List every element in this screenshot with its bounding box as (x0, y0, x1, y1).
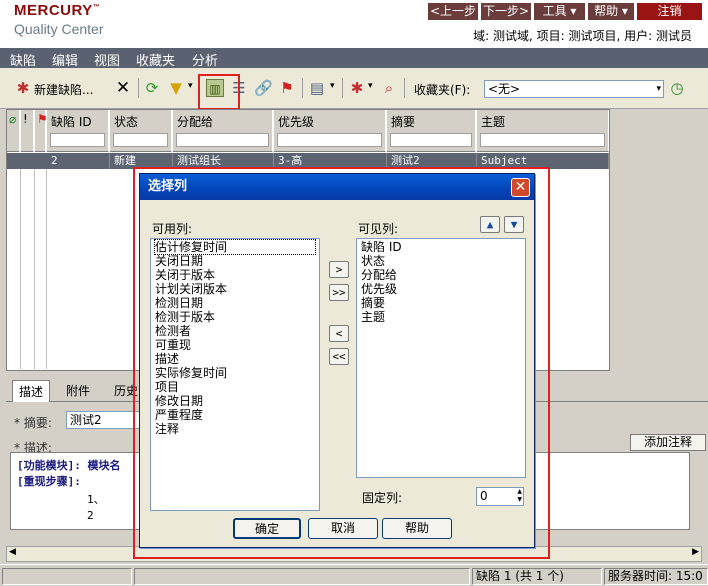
attachment-col-icon: ⌀ (7, 110, 20, 152)
favorites-select[interactable]: <无> ▾ (484, 80, 664, 98)
favorites-label: 收藏夹(F): (414, 83, 471, 97)
new-defect-icon: ✱ (16, 79, 30, 97)
find-icon[interactable]: ⌕ (380, 79, 398, 97)
available-columns-label: 可用列: (152, 222, 193, 236)
available-column-item[interactable]: 检测于版本 (155, 310, 315, 324)
menu-favorites[interactable]: 收藏夹 (136, 50, 175, 69)
attachment-icon[interactable]: 🔗 (254, 79, 273, 97)
prev-button[interactable]: <上一步 (428, 3, 478, 20)
col-header-summary[interactable]: 摘要 (387, 110, 476, 152)
next-button[interactable]: 下一步> (481, 3, 531, 20)
col-header-subject[interactable]: 主题 (477, 110, 609, 152)
scroll-left-icon[interactable]: ◀ (9, 547, 16, 557)
available-column-item[interactable]: 注释 (155, 422, 315, 436)
available-column-item[interactable]: 关闭于版本 (155, 268, 315, 282)
help-button[interactable]: 帮助 (382, 518, 452, 539)
cancel-button[interactable]: 取消 (308, 518, 378, 539)
highlight-columns-button (198, 74, 240, 110)
move-up-icon[interactable]: ▲ (480, 216, 500, 233)
visible-column-item[interactable]: 优先级 (361, 282, 521, 296)
available-column-item[interactable]: 关闭日期 (155, 254, 315, 268)
dialog-title: 选择列 (140, 174, 534, 200)
help-menu-button[interactable]: 帮助 ▾ (588, 3, 634, 20)
scroll-right-icon[interactable]: ▶ (692, 547, 699, 557)
col-header-status[interactable]: 状态 (110, 110, 172, 152)
filter-dropdown-arrow[interactable]: ▾ (188, 81, 193, 91)
toolbar: ✱ 新建缺陷... ✕ ⟳ ▼ ▾ ▥ ☷ 🔗 ⚑ ▤ ▾ ✱ ▾ ⌕ 收藏夹(… (0, 68, 708, 109)
move-left-button[interactable]: < (329, 325, 349, 342)
logout-button[interactable]: 注销 (637, 3, 702, 20)
delete-icon[interactable]: ✕ (114, 79, 132, 97)
available-column-item[interactable]: 描述 (155, 352, 315, 366)
defect-count: 缺陷 1 (共 1 个) (472, 568, 602, 585)
col-header-id[interactable]: 缺陷 ID (47, 110, 109, 152)
col-header-priority[interactable]: 优先级 (274, 110, 386, 152)
mail-icon[interactable]: ▤ (308, 79, 326, 97)
menu-analysis[interactable]: 分析 (192, 50, 218, 69)
available-column-item[interactable]: 项目 (155, 380, 315, 394)
flag-col-icon: ⚑ (35, 110, 48, 152)
visible-columns-list[interactable]: 缺陷 ID 状态 分配给 优先级 摘要 主题 (356, 238, 526, 478)
available-column-item[interactable]: 可重现 (155, 338, 315, 352)
desc-line-step2: 2 (87, 509, 94, 522)
defect-link-icon[interactable]: ✱ (348, 79, 366, 97)
fixed-columns-label: 固定列: (362, 491, 403, 505)
table-row-icons (7, 153, 47, 169)
tab-attachments[interactable]: 附件 (66, 382, 90, 399)
product-name: Quality Center (14, 21, 104, 37)
select-columns-dialog: 选择列 ✕ 可用列: 可见列: ▲ ▼ 估计修复时间 关闭日期 关闭于版本 计划关闭版… (139, 173, 535, 548)
refresh-icon[interactable]: ⟳ (143, 79, 161, 97)
available-column-item[interactable]: 实际修复时间 (155, 366, 315, 380)
add-comment-button[interactable]: 添加注释 (630, 434, 706, 451)
visible-column-item[interactable]: 主题 (361, 310, 521, 324)
available-columns-list[interactable]: 估计修复时间 关闭日期 关闭于版本 计划关闭版本 检测日期 检测于版本 检测者 可重现 描述 实际… (150, 238, 320, 511)
priority-col-icon: ! (21, 110, 34, 152)
available-column-item[interactable]: 检测日期 (155, 296, 315, 310)
move-down-icon[interactable]: ▼ (504, 216, 524, 233)
menu-bar: 缺陷 编辑 视图 收藏夹 分析 (0, 48, 708, 69)
col-header-assigned[interactable]: 分配给 (173, 110, 273, 152)
visible-columns-label: 可见列: (358, 222, 399, 236)
filter-icon[interactable]: ▼ (167, 79, 185, 97)
move-right-button[interactable]: > (329, 261, 349, 278)
desc-line-module: [功能模块]: 模块名 (17, 459, 121, 472)
context-info: 域: 测试域, 项目: 测试项目, 用户: 测试员 (473, 29, 692, 43)
available-column-item[interactable]: 计划关闭版本 (155, 282, 315, 296)
visible-column-item[interactable]: 分配给 (361, 268, 521, 282)
visible-column-item[interactable]: 摘要 (361, 296, 521, 310)
tab-description[interactable]: 描述 (12, 380, 51, 402)
menu-defects[interactable]: 缺陷 (10, 50, 36, 69)
visible-column-item[interactable]: 缺陷 ID (361, 240, 521, 254)
table-row-cell-id[interactable]: 2 (47, 153, 110, 169)
available-column-item[interactable]: 估计修复时间 (154, 239, 316, 255)
menu-view[interactable]: 视图 (94, 50, 120, 69)
defect-link-dropdown-arrow[interactable]: ▾ (368, 81, 373, 91)
visible-column-item[interactable]: 状态 (361, 254, 521, 268)
mail-dropdown-arrow[interactable]: ▾ (330, 81, 335, 91)
server-time: 服务器时间: 15:0 (604, 568, 708, 585)
desc-line-steps: [重现步骤]: (17, 475, 81, 488)
ok-button[interactable]: 确定 (233, 518, 301, 539)
app-header: MERCURY™ Quality Center <上一步 下一步> 工具 ▾ 帮… (0, 0, 708, 48)
flag-icon[interactable]: ⚑ (278, 79, 296, 97)
menu-edit[interactable]: 编辑 (52, 50, 78, 69)
clock-icon[interactable]: ◷ (668, 79, 686, 97)
move-all-left-button[interactable]: << (329, 348, 349, 365)
available-column-item[interactable]: 检测者 (155, 324, 315, 338)
fixed-columns-spinner[interactable]: 0 ▲ ▼ (476, 487, 524, 506)
desc-line-step1: 1、 (87, 493, 105, 506)
move-all-right-button[interactable]: >> (329, 284, 349, 301)
summary-label: * 摘要: (14, 416, 52, 430)
mercury-logo: MERCURY™ (14, 2, 101, 19)
available-column-item[interactable]: 修改日期 (155, 394, 315, 408)
tools-menu-button[interactable]: 工具 ▾ (534, 3, 585, 20)
available-column-item[interactable]: 严重程度 (155, 408, 315, 422)
status-bar: 缺陷 1 (共 1 个) 服务器时间: 15:0 (0, 564, 708, 586)
new-defect-button[interactable]: 新建缺陷... (34, 81, 93, 98)
close-icon[interactable]: ✕ (511, 178, 530, 197)
spinner-arrows-icon[interactable]: ▲ ▼ (517, 488, 522, 504)
